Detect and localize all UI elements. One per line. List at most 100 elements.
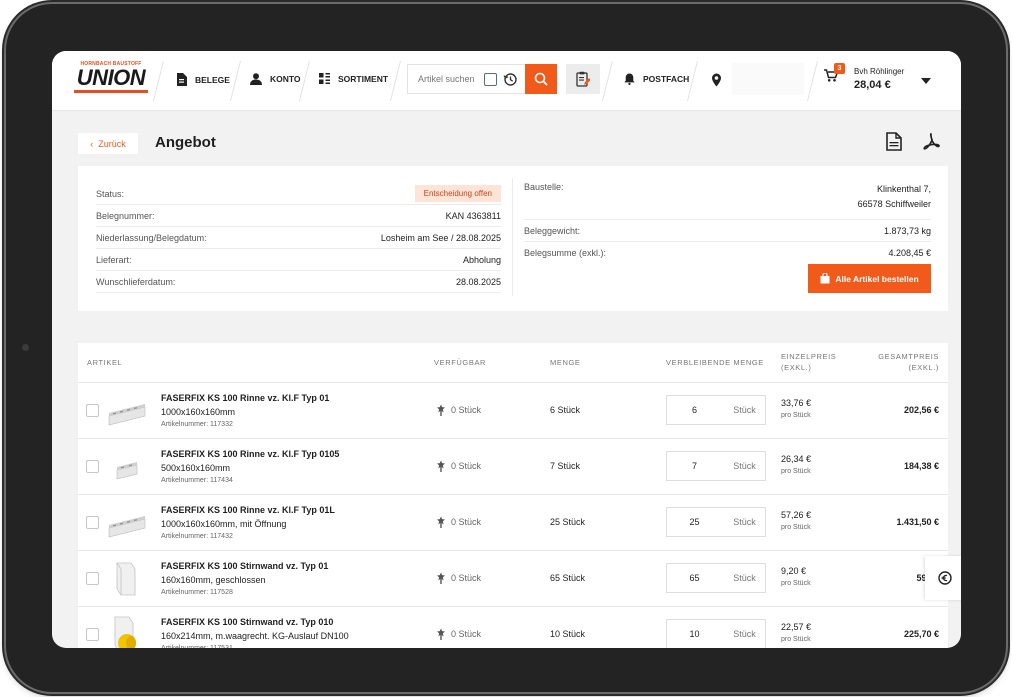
cart-count-badge: 3 <box>834 63 845 74</box>
row-select-checkbox[interactable] <box>86 460 99 473</box>
logo-wordmark: UNION <box>76 65 146 90</box>
field-value: Klinkenthal 7, 66578 Schiffweiler <box>858 182 931 212</box>
document-icon <box>177 73 187 86</box>
unit-price: 22,57 € <box>781 622 812 632</box>
remaining-quantity-input[interactable]: 7 Stück <box>666 451 766 481</box>
field-belegnummer: Belegnummer: KAN 4363811 <box>96 205 501 227</box>
availability: 0 Stück <box>436 460 481 472</box>
field-value: 28.08.2025 <box>455 276 501 287</box>
total-price: 184,38 € <box>903 461 939 471</box>
nav-belege-label: BELEGE <box>195 74 230 85</box>
th-einzelpreis: EINZELPREIS (EXKL.) <box>781 351 836 373</box>
field-value: Abholung <box>462 254 501 265</box>
product-article-number: Artikelnummer: 117432 <box>161 533 233 540</box>
address-line-1: Klinkenthal 7, <box>876 184 931 194</box>
nav-konto[interactable]: KONTO <box>250 73 301 85</box>
product-thumbnail[interactable] <box>105 447 149 487</box>
back-button[interactable]: ‹ Zurück <box>78 133 138 154</box>
header-separator <box>807 61 818 101</box>
cart-total: 28,04 € <box>854 79 891 91</box>
remaining-quantity-value[interactable]: 65 <box>667 573 722 583</box>
field-label: Baustelle: <box>524 182 564 192</box>
status-badge: Entscheidung offen <box>414 185 501 202</box>
th-verfuegbar: VERFÜGBAR <box>434 358 487 367</box>
price-toggle-tab[interactable] <box>925 556 961 600</box>
th-einzelpreis-line2: (EXKL.) <box>781 363 812 372</box>
availability: 0 Stück <box>436 516 481 528</box>
search-scan-checkbox[interactable] <box>484 73 497 86</box>
csv-download-icon[interactable] <box>886 132 902 151</box>
availability-value: 0 Stück <box>451 461 482 471</box>
unit-price: 57,26 € <box>781 510 812 520</box>
remaining-quantity-unit: Stück <box>733 629 756 639</box>
remaining-quantity-input[interactable]: 10 Stück <box>666 619 766 648</box>
location-button[interactable] <box>711 73 722 87</box>
search-placeholder: Artikel suchen <box>418 74 475 84</box>
product-name[interactable]: FASERFIX KS 100 Stirnwand vz. Typ 01 <box>161 561 328 571</box>
row-select-checkbox[interactable] <box>86 628 99 641</box>
product-name[interactable]: FASERFIX KS 100 Rinne vz. Kl.F Typ 01 <box>161 393 329 403</box>
nav-postfach[interactable]: POSTFACH <box>624 73 689 85</box>
header-separator <box>153 61 164 101</box>
union-logo[interactable]: HORNBACH BAUSTOFF UNION <box>74 61 148 99</box>
remaining-quantity-value[interactable]: 25 <box>667 517 722 527</box>
euro-circle-icon <box>938 571 952 585</box>
user-icon <box>250 73 262 85</box>
product-article-number: Artikelnummer: 117332 <box>161 421 233 428</box>
row-select-checkbox[interactable] <box>86 516 99 529</box>
remaining-quantity-value[interactable]: 7 <box>667 461 722 471</box>
availability-value: 0 Stück <box>451 629 482 639</box>
search-button[interactable] <box>525 64 557 94</box>
product-name[interactable]: FASERFIX KS 100 Rinne vz. Kl.F Typ 01L <box>161 505 335 515</box>
history-icon[interactable] <box>503 72 518 87</box>
remaining-quantity-input[interactable]: 25 Stück <box>666 507 766 537</box>
order-all-button[interactable]: Alle Artikel bestellen <box>808 264 931 293</box>
cart-button[interactable]: 3 <box>824 63 845 87</box>
field-label: Status: <box>96 188 125 199</box>
row-select-checkbox[interactable] <box>86 404 99 417</box>
field-wunschlieferdatum: Wunschlieferdatum: 28.08.2025 <box>96 271 501 293</box>
remaining-quantity-value[interactable]: 10 <box>667 629 722 639</box>
quantity-ordered: 65 Stück <box>550 573 586 583</box>
product-thumbnail[interactable] <box>105 503 149 543</box>
field-niederlassung: Niederlassung/Belegdatum: Losheim am See… <box>96 227 501 249</box>
th-gesamtpreis-line2: (EXKL.) <box>908 363 939 372</box>
total-price: 1.431,50 € <box>896 517 939 527</box>
nav-belege[interactable]: BELEGE <box>176 73 230 86</box>
availability-status-icon <box>437 516 445 528</box>
nav-sortiment[interactable]: SORTIMENT <box>319 73 388 84</box>
product-thumbnail[interactable] <box>105 559 149 599</box>
product-name[interactable]: FASERFIX KS 100 Rinne vz. Kl.F Typ 0105 <box>161 449 339 459</box>
header-separator <box>602 61 613 101</box>
logo-underline <box>74 90 148 93</box>
pdf-download-icon[interactable] <box>923 132 941 151</box>
quantity-ordered: 6 Stück <box>550 405 581 415</box>
shopping-list-button[interactable] <box>566 64 600 94</box>
product-thumbnail[interactable] <box>105 391 149 431</box>
remaining-quantity-input[interactable]: 6 Stück <box>666 395 766 425</box>
table-row: FASERFIX KS 100 Rinne vz. Kl.F Typ 01 10… <box>78 383 948 439</box>
unit-price: 9,20 € <box>781 566 807 576</box>
nav-sortiment-label: SORTIMENT <box>338 73 389 84</box>
quantity-ordered: 7 Stück <box>550 461 581 471</box>
row-select-checkbox[interactable] <box>86 572 99 585</box>
total-price: 225,70 € <box>903 629 939 639</box>
availability-value: 0 Stück <box>451 517 482 527</box>
unit-price-per: pro Stück <box>781 412 811 419</box>
remaining-quantity-input[interactable]: 65 Stück <box>666 563 766 593</box>
top-header: HORNBACH BAUSTOFF UNION BELEGE KONTO SOR… <box>52 51 961 111</box>
branch-selector[interactable] <box>732 63 804 95</box>
product-thumbnail[interactable] <box>105 615 149 648</box>
field-label: Wunschlieferdatum: <box>96 276 176 287</box>
field-label: Beleggewicht: <box>524 225 581 236</box>
remaining-quantity-unit: Stück <box>733 461 756 471</box>
availability-status-icon <box>437 460 445 472</box>
product-name[interactable]: FASERFIX KS 100 Stirnwand vz. Typ 010 <box>161 617 333 627</box>
grid-icon <box>319 73 330 84</box>
product-dimensions: 1000x160x160mm, mit Öffnung <box>161 519 287 529</box>
th-gesamtpreis-line1: GESAMTPREIS <box>878 352 939 361</box>
th-einzelpreis-line1: EINZELPREIS <box>781 352 837 361</box>
remaining-quantity-value[interactable]: 6 <box>667 405 722 415</box>
table-header: ARTIKEL VERFÜGBAR MENGE VERBLEIBENDE MEN… <box>78 343 948 383</box>
chevron-down-icon[interactable] <box>921 78 931 84</box>
